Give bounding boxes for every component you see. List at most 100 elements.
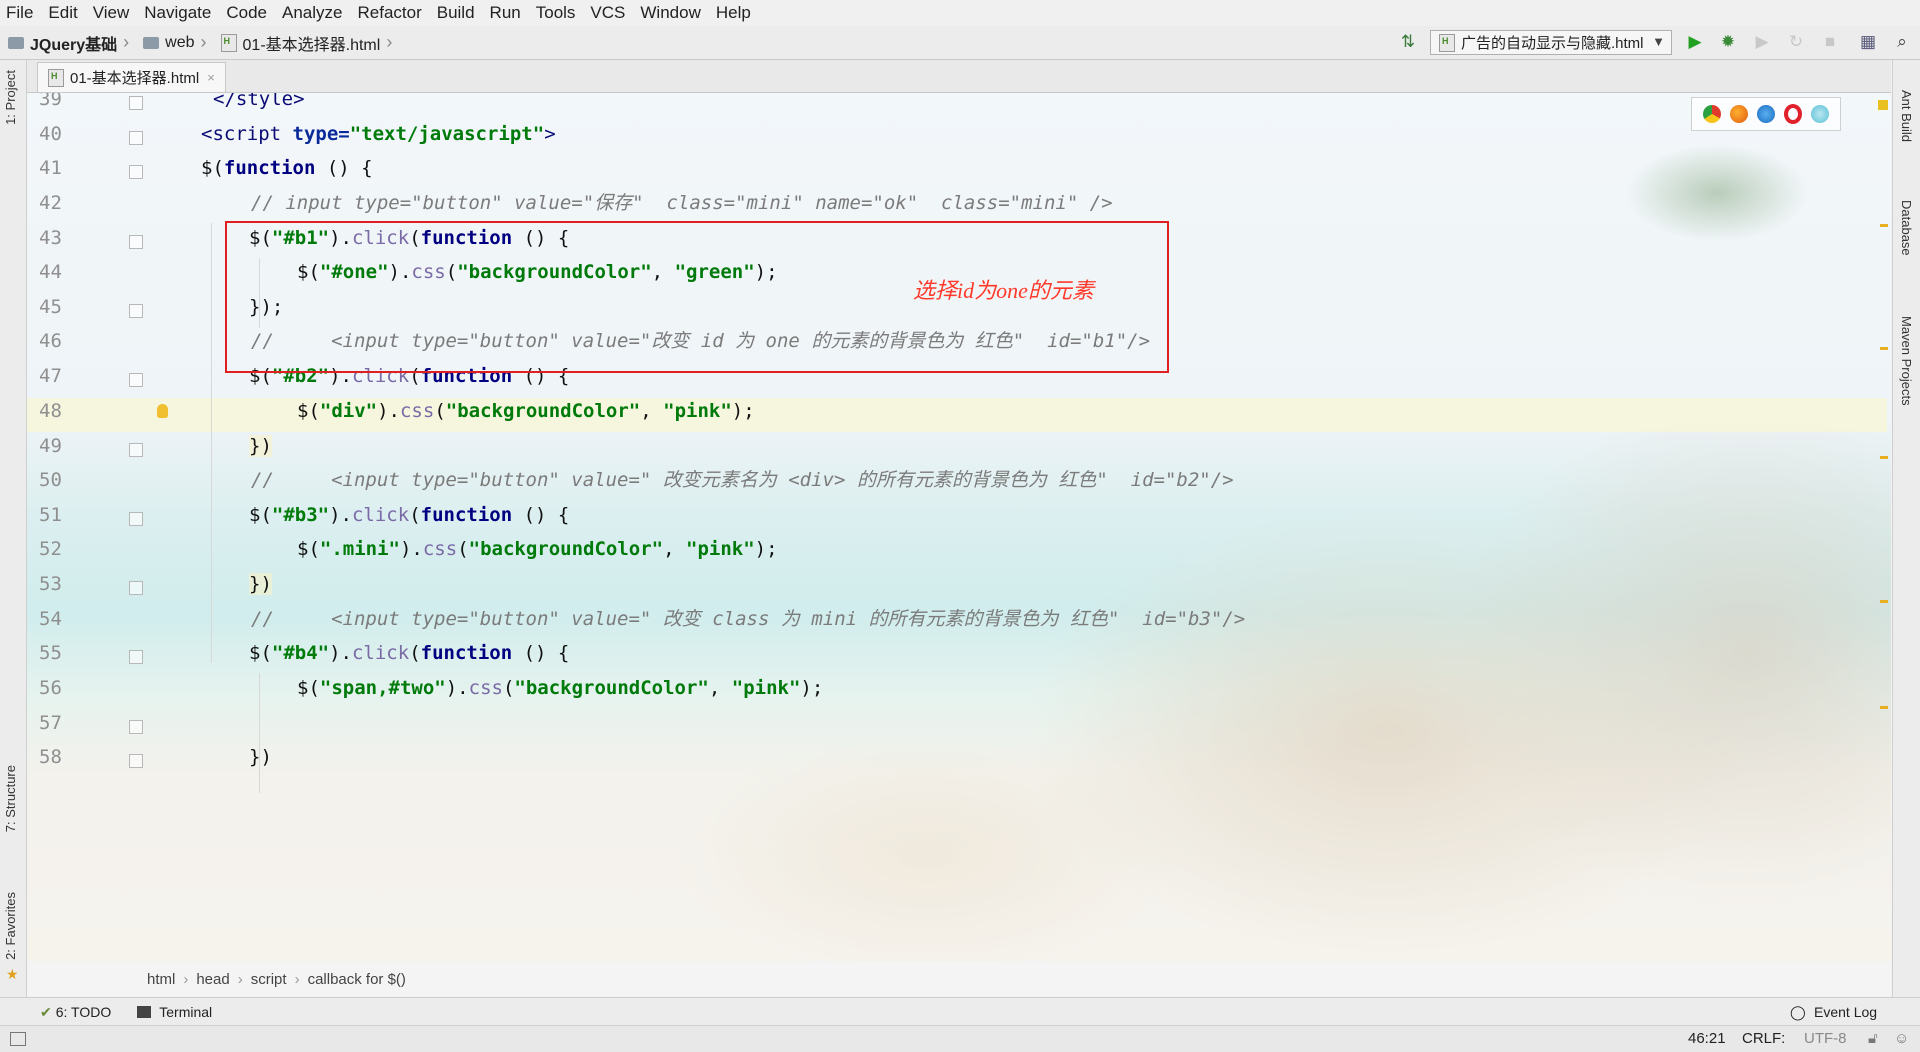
code-token: , — [708, 677, 732, 699]
annotation-text: 选择id为one的元素 — [913, 278, 1094, 303]
menu-refactor[interactable]: Refactor — [351, 0, 430, 26]
breadcrumb-callback[interactable]: callback for $() — [308, 971, 406, 988]
code-token: css — [399, 400, 435, 422]
menu-vcs[interactable]: VCS — [584, 0, 634, 26]
menu-file[interactable]: File — [0, 0, 42, 26]
code-line: </style> — [27, 93, 1891, 114]
code-token: "backgroundColor" — [468, 538, 664, 560]
code-token: ".mini" — [319, 538, 400, 560]
folder-icon — [143, 36, 160, 49]
code-token: ( — [409, 504, 421, 526]
tool-todo[interactable]: 6: TODO — [56, 1004, 112, 1020]
code-editor[interactable]: 39 40 41 42 43 44 45 46 47 48 49 50 51 52 53 54 55 56 57 58… — [27, 93, 1891, 961]
code-token: "backgroundColor" — [514, 677, 709, 699]
nav-file[interactable]: 01-基本选择器.html › — [213, 26, 399, 59]
code-line: // input type="button" value="保存" class=… — [27, 188, 1891, 218]
sort-icon[interactable]: ⇅ — [1398, 32, 1418, 52]
html-file-icon — [1439, 33, 1455, 52]
tool-event-log[interactable]: Event Log — [1814, 1004, 1877, 1020]
code-token: "div" — [319, 400, 378, 422]
code-token: $( — [297, 677, 320, 699]
warning-marker[interactable] — [1880, 456, 1888, 459]
tool-terminal[interactable]: Terminal — [159, 1004, 212, 1020]
code-token: click — [351, 642, 410, 664]
code-token: click — [351, 504, 410, 526]
terminal-icon — [137, 1006, 152, 1018]
warning-marker[interactable] — [1880, 347, 1888, 350]
code-token: css — [422, 538, 458, 560]
code-token: "#b3" — [271, 504, 330, 526]
project-structure-icon[interactable]: ▦ — [1858, 32, 1878, 52]
tool-database[interactable]: Database — [1899, 200, 1914, 256]
menu-navigate[interactable]: Navigate — [138, 0, 220, 26]
warning-marker[interactable] — [1880, 600, 1888, 603]
code-line: // <input type="button" value=" 改变 class… — [27, 604, 1891, 634]
code-line: $(function () { — [27, 153, 1891, 183]
chevron-right-icon: › — [237, 970, 243, 988]
nav-file-label: 01-基本选择器.html — [242, 36, 381, 54]
project-folder-icon — [8, 36, 24, 49]
tab-file[interactable]: 01-基本选择器.html × — [37, 62, 226, 92]
menu-analyze[interactable]: Analyze — [276, 0, 351, 26]
run-icon[interactable]: ▶ — [1685, 32, 1705, 52]
code-line: $(".mini").css("backgroundColor", "pink"… — [27, 534, 1891, 564]
tool-ant-build[interactable]: Ant Build — [1899, 90, 1914, 142]
tab-file-label: 01-基本选择器.html — [70, 70, 200, 87]
code-token: type= — [292, 123, 350, 145]
code-token: "pink" — [686, 538, 755, 560]
code-line: // <input type="button" value=" 改变元素名为 <… — [27, 465, 1891, 495]
code-token: css — [468, 677, 503, 699]
profile-icon[interactable]: ↻ — [1786, 32, 1806, 52]
breadcrumb-script[interactable]: script — [251, 971, 287, 988]
coverage-icon[interactable]: ▶ — [1752, 32, 1772, 52]
breadcrumb-head[interactable]: head — [196, 971, 229, 988]
nav-project[interactable]: JQuery基础 › — [0, 26, 135, 59]
code-token: "backgroundColor" — [445, 400, 641, 422]
search-icon[interactable]: ⌕ — [1892, 32, 1912, 52]
code-line: }) — [27, 742, 1891, 772]
code-token: , — [663, 538, 686, 560]
tool-structure[interactable]: 7: Structure — [3, 765, 18, 832]
status-bar: 46:21 CRLF: UTF-8 🔓︎ ☺ — [0, 1025, 1920, 1052]
run-configuration-select[interactable]: 广告的自动显示与隐藏.html ▼ — [1430, 30, 1672, 55]
code-token: ); — [800, 677, 824, 699]
breadcrumb-html[interactable]: html — [147, 971, 175, 988]
stop-icon[interactable]: ■ — [1820, 32, 1840, 52]
close-icon[interactable]: × — [207, 70, 215, 85]
tool-project[interactable]: 1: Project — [3, 70, 18, 125]
code-token: // <input type="button" value=" 改变元素名为 <… — [251, 469, 1234, 491]
lock-icon[interactable]: 🔓︎ — [1868, 1030, 1878, 1047]
inspection-status-icon[interactable] — [1878, 100, 1888, 110]
warning-marker[interactable] — [1880, 224, 1888, 227]
menu-build[interactable]: Build — [431, 0, 484, 26]
file-encoding[interactable]: UTF-8 — [1804, 1030, 1847, 1047]
left-tool-strip: 1: Project 7: Structure 2: Favorites ★ — [0, 60, 27, 997]
code-token: "pink" — [663, 400, 732, 422]
menu-help[interactable]: Help — [710, 0, 760, 26]
tool-window-bar: ✔ 6: TODO Terminal ◯ Event Log — [0, 997, 1920, 1026]
code-line: $("#b4").click(function () { — [27, 638, 1891, 668]
debug-icon[interactable]: ✹ — [1718, 32, 1738, 52]
menu-edit[interactable]: Edit — [42, 0, 86, 26]
nav-folder-label: web — [165, 33, 195, 51]
code-line: <script type="text/javascript"> — [27, 119, 1891, 149]
menu-run[interactable]: Run — [484, 0, 530, 26]
line-separator[interactable]: CRLF: — [1742, 1030, 1785, 1047]
code-token: "span,#two" — [319, 677, 446, 699]
nav-folder[interactable]: web › — [135, 26, 212, 59]
code-token: "#b4" — [271, 642, 330, 664]
menu-code[interactable]: Code — [220, 0, 276, 26]
code-token: ( — [457, 538, 469, 560]
caret-position[interactable]: 46:21 — [1688, 1030, 1726, 1047]
hector-icon[interactable]: ☺ — [1894, 1030, 1909, 1047]
toggle-panels-icon[interactable] — [10, 1032, 26, 1046]
menu-window[interactable]: Window — [634, 0, 709, 26]
warning-marker[interactable] — [1880, 706, 1888, 709]
code-token: <script — [201, 123, 293, 145]
menu-tools[interactable]: Tools — [530, 0, 585, 26]
tool-maven[interactable]: Maven Projects — [1899, 316, 1914, 406]
code-token: "pink" — [731, 677, 801, 699]
tool-favorites[interactable]: 2: Favorites — [3, 892, 18, 960]
code-token: ( — [409, 642, 421, 664]
menu-view[interactable]: View — [87, 0, 139, 26]
